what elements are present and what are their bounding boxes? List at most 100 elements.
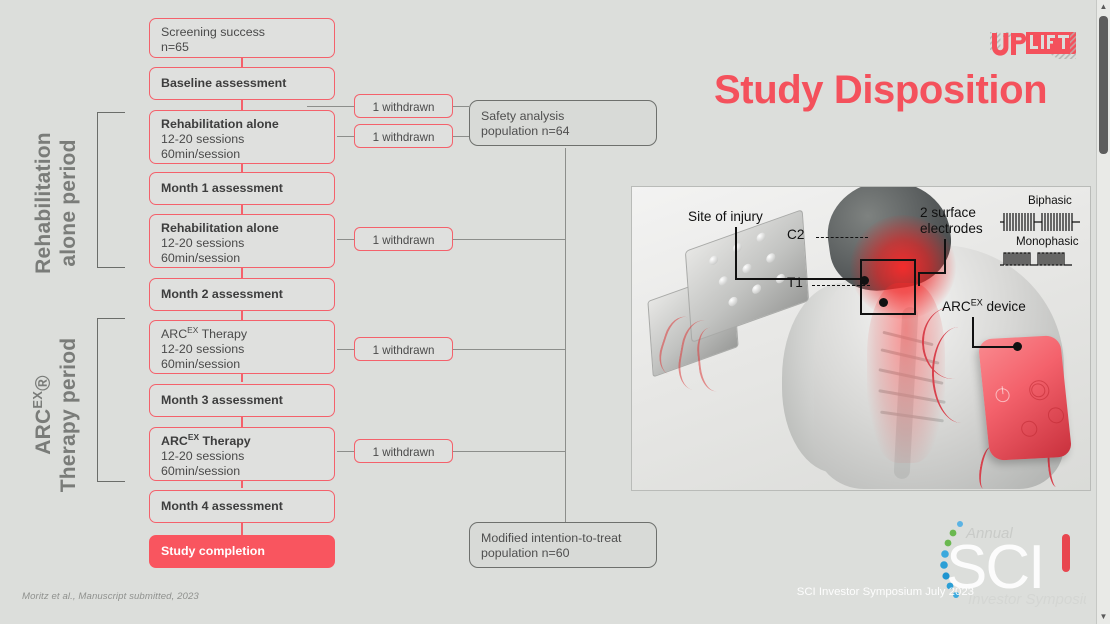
arcex1-tail: Therapy xyxy=(198,327,248,341)
leader-w4-mitt xyxy=(452,349,566,351)
scroll-down-arrow-icon[interactable]: ▼ xyxy=(1097,610,1110,624)
slide-canvas: Study Disposition Rehabilitation alone p… xyxy=(0,0,1096,624)
node-withdrawn-2[interactable]: 1 withdrawn xyxy=(354,124,453,148)
dash-c2 xyxy=(816,237,868,238)
arcex-base-text: ARC xyxy=(32,408,55,455)
device-button-2 xyxy=(1047,407,1065,424)
node-month-3-assessment[interactable]: Month 3 assessment xyxy=(149,384,335,417)
electrode-dot-lower xyxy=(879,298,888,307)
node-month-4-assessment[interactable]: Month 4 assessment xyxy=(149,490,335,523)
leader-electrodes-v xyxy=(944,239,946,273)
arcex-sup-text: EX xyxy=(30,390,45,409)
leader-device-h xyxy=(972,346,1016,348)
node-arcex-therapy-2[interactable]: ARCEX Therapy 12-20 sessions 60min/sessi… xyxy=(149,427,335,481)
leader-electrodes-v2 xyxy=(918,272,920,286)
leader-device-v xyxy=(972,317,974,347)
leader-w1-safety xyxy=(452,106,469,108)
arcex2-title: ARCEX Therapy xyxy=(161,431,324,449)
withdrawn-1-label: 1 withdrawn xyxy=(372,101,435,114)
node-baseline-assessment[interactable]: Baseline assessment xyxy=(149,67,335,100)
arcex-reg-mark: ® xyxy=(32,375,55,391)
safety-line2: population n=64 xyxy=(481,124,570,139)
month4-label: Month 4 assessment xyxy=(161,498,283,513)
screening-line2: n=65 xyxy=(161,40,189,55)
mitt-line2: population n=60 xyxy=(481,546,570,561)
node-study-completion[interactable]: Study completion xyxy=(149,535,335,568)
node-arcex-therapy-1[interactable]: ARCEX Therapy 12-20 sessions 60min/sessi… xyxy=(149,320,335,374)
scrollbar-thumb[interactable] xyxy=(1099,16,1108,154)
withdrawn-5-label: 1 withdrawn xyxy=(372,446,435,459)
arcex2-sup: EX xyxy=(187,431,200,442)
node-withdrawn-1[interactable]: 1 withdrawn xyxy=(354,94,453,118)
rehab1-sessions: 12-20 sessions xyxy=(161,132,245,147)
node-withdrawn-5[interactable]: 1 withdrawn xyxy=(354,439,453,463)
node-rehabilitation-alone-1[interactable]: Rehabilitation alone 12-20 sessions 60mi… xyxy=(149,110,335,164)
month2-label: Month 2 assessment xyxy=(161,286,283,301)
node-month-2-assessment[interactable]: Month 2 assessment xyxy=(149,278,335,311)
leader-site-of-injury-v xyxy=(735,227,737,279)
device-label-base: ARC xyxy=(942,299,971,314)
arcex2-sessions: 12-20 sessions xyxy=(161,449,245,464)
node-mitt-population[interactable]: Modified intention-to-treat population n… xyxy=(469,522,657,568)
connector-month4-completion xyxy=(241,522,244,536)
leader-w2 xyxy=(337,136,355,138)
node-rehabilitation-alone-2[interactable]: Rehabilitation alone 12-20 sessions 60mi… xyxy=(149,214,335,268)
vertical-scrollbar[interactable]: ▲ ▼ xyxy=(1096,0,1110,624)
leader-w5 xyxy=(337,451,355,453)
month1-label: Month 1 assessment xyxy=(161,180,283,195)
label-c2: C2 xyxy=(787,227,805,242)
leader-w5-mitt xyxy=(452,451,566,453)
svg-text:Investor Symposium: Investor Symposium xyxy=(968,591,1086,608)
leader-w3-mitt xyxy=(452,239,566,241)
node-withdrawn-4[interactable]: 1 withdrawn xyxy=(354,337,453,361)
leader-electrodes-h xyxy=(918,272,946,274)
leader-w3 xyxy=(337,239,355,241)
arcex-device-body xyxy=(977,335,1073,461)
bracket-arcex-period xyxy=(97,318,125,482)
dash-t1 xyxy=(812,285,870,286)
footer-symposium-note: SCI Investor Symposium July 2023 xyxy=(796,586,974,598)
period-label-rehab-line2: alone period xyxy=(57,139,80,267)
monophasic-waveform xyxy=(1000,252,1072,266)
node-safety-analysis-population[interactable]: Safety analysis population n=64 xyxy=(469,100,657,146)
completion-label: Study completion xyxy=(161,543,265,558)
period-label-arcex: ARCEX® Therapy period xyxy=(30,329,81,501)
node-screening-success[interactable]: Screening success n=65 xyxy=(149,18,335,58)
scroll-up-arrow-icon[interactable]: ▲ xyxy=(1097,0,1110,14)
baseline-label: Baseline assessment xyxy=(161,75,287,90)
period-label-arcex-line2: Therapy period xyxy=(57,337,80,493)
label-t1: T1 xyxy=(787,275,803,290)
node-withdrawn-3[interactable]: 1 withdrawn xyxy=(354,227,453,251)
withdrawn-3-label: 1 withdrawn xyxy=(372,234,435,247)
arcex2-duration: 60min/session xyxy=(161,464,241,479)
label-2-surface: 2 surface xyxy=(920,205,976,220)
arcex1-base: ARC xyxy=(161,327,188,341)
label-2-surface-electrodes: 2 surface electrodes xyxy=(920,205,983,237)
label-electrodes: electrodes xyxy=(920,221,983,236)
therapy-illustration: Site of injury C2 T1 2 surface electrode… xyxy=(631,186,1091,491)
device-label-tail: device xyxy=(982,299,1026,314)
bracket-rehabilitation-period xyxy=(97,112,125,268)
month3-label: Month 3 assessment xyxy=(161,392,283,407)
rehab1-duration: 60min/session xyxy=(161,147,241,162)
rehab1-title: Rehabilitation alone xyxy=(161,117,279,131)
arcex1-sup: EX xyxy=(187,324,199,335)
leader-safety-mitt-spine xyxy=(565,148,567,522)
leader-w1 xyxy=(307,106,355,108)
citation-text: Moritz et al., Manuscript submitted, 202… xyxy=(22,591,199,602)
node-month-1-assessment[interactable]: Month 1 assessment xyxy=(149,172,335,205)
arcex1-duration: 60min/session xyxy=(161,357,241,372)
label-arcex-device: ARCEX device xyxy=(942,298,1026,315)
label-monophasic: Monophasic xyxy=(1016,235,1079,248)
biphasic-waveform xyxy=(1000,213,1080,231)
power-icon xyxy=(994,387,1011,403)
rehab2-title: Rehabilitation alone xyxy=(161,221,279,235)
period-label-rehabilitation: Rehabilitation alone period xyxy=(31,117,81,289)
arcex1-sessions: 12-20 sessions xyxy=(161,342,245,357)
mitt-line1: Modified intention-to-treat xyxy=(481,531,622,545)
arcex1-title: ARCEX Therapy xyxy=(161,324,324,342)
leader-w4 xyxy=(337,349,355,351)
rehab2-duration: 60min/session xyxy=(161,251,241,266)
page-title: Study Disposition xyxy=(714,68,1048,112)
electrode-region-box xyxy=(860,259,916,315)
